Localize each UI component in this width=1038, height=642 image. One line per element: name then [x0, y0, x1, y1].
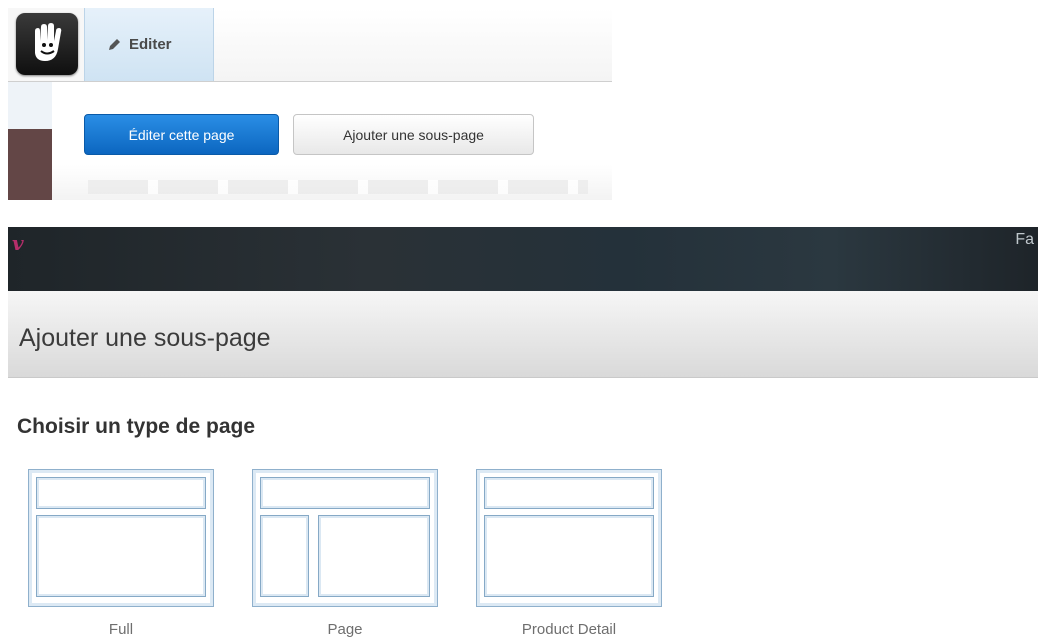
tab-edit[interactable]: Editer — [84, 8, 214, 81]
site-header-link[interactable]: Fa — [1015, 231, 1034, 249]
pencil-icon — [109, 38, 120, 50]
layout-sidebar-icon — [252, 469, 438, 607]
site-header: v Fa — [8, 227, 1038, 291]
edit-toolbar: Editer — [8, 8, 612, 82]
page-type-label: Full — [108, 621, 134, 638]
add-subpage-button[interactable]: Ajouter une sous-page — [293, 114, 534, 155]
page-type-label: Product Detail — [521, 621, 617, 638]
page-type-product-detail[interactable]: Product Detail — [476, 469, 662, 638]
faded-page-content — [88, 180, 588, 194]
add-subpage-dialog-region: v Fa Ajouter une sous-page Choisir un ty… — [0, 227, 1038, 642]
logo-container[interactable] — [8, 8, 85, 81]
layout-full-icon — [28, 469, 214, 607]
cms-logo-icon[interactable] — [16, 13, 78, 75]
page-background-image — [8, 129, 52, 200]
site-brand-logo[interactable]: v — [12, 231, 24, 255]
edit-page-button[interactable]: Éditer cette page — [84, 114, 279, 155]
page-type-full[interactable]: Full — [28, 469, 214, 638]
page-background-strip — [8, 82, 53, 129]
layout-full-icon — [476, 469, 662, 607]
tab-edit-label: Editer — [129, 36, 172, 53]
dialog-header: Ajouter une sous-page — [8, 291, 1038, 378]
page-type-page[interactable]: Page — [252, 469, 438, 638]
edit-toolbar-region: Editer Éditer cette page Ajouter une sou… — [0, 0, 612, 200]
page-type-heading: Choisir un type de page — [17, 415, 256, 438]
dialog-title: Ajouter une sous-page — [19, 324, 271, 352]
page-type-label: Page — [327, 621, 363, 638]
